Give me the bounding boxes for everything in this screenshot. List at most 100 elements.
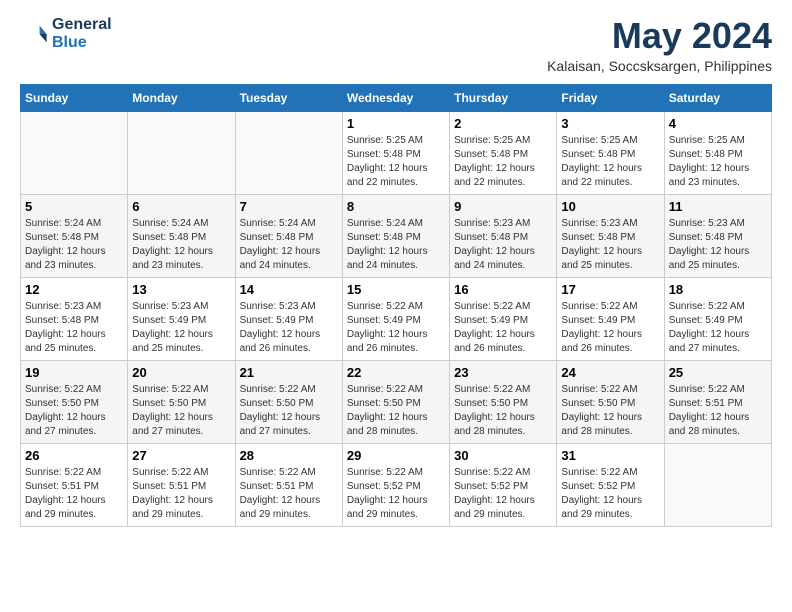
calendar-header: SundayMondayTuesdayWednesdayThursdayFrid…	[21, 84, 772, 111]
day-number: 16	[454, 282, 552, 297]
day-info: Sunrise: 5:24 AM Sunset: 5:48 PM Dayligh…	[132, 217, 230, 273]
weekday-header-thursday: Thursday	[450, 84, 557, 111]
day-number: 6	[132, 199, 230, 214]
day-info: Sunrise: 5:23 AM Sunset: 5:48 PM Dayligh…	[669, 217, 767, 273]
weekday-header-sunday: Sunday	[21, 84, 128, 111]
calendar-cell	[128, 111, 235, 194]
calendar-table: SundayMondayTuesdayWednesdayThursdayFrid…	[20, 84, 772, 527]
day-info: Sunrise: 5:22 AM Sunset: 5:50 PM Dayligh…	[454, 383, 552, 439]
day-info: Sunrise: 5:22 AM Sunset: 5:50 PM Dayligh…	[561, 383, 659, 439]
day-info: Sunrise: 5:23 AM Sunset: 5:48 PM Dayligh…	[25, 300, 123, 356]
day-number: 12	[25, 282, 123, 297]
day-number: 18	[669, 282, 767, 297]
day-info: Sunrise: 5:22 AM Sunset: 5:52 PM Dayligh…	[454, 466, 552, 522]
day-number: 5	[25, 199, 123, 214]
day-info: Sunrise: 5:23 AM Sunset: 5:49 PM Dayligh…	[240, 300, 338, 356]
day-number: 4	[669, 116, 767, 131]
day-info: Sunrise: 5:25 AM Sunset: 5:48 PM Dayligh…	[669, 134, 767, 190]
day-info: Sunrise: 5:23 AM Sunset: 5:48 PM Dayligh…	[454, 217, 552, 273]
calendar-cell: 31Sunrise: 5:22 AM Sunset: 5:52 PM Dayli…	[557, 443, 664, 526]
weekday-header-wednesday: Wednesday	[342, 84, 449, 111]
calendar-cell: 15 Sunrise: 5:22 AM Sunset: 5:49 PM Dayli…	[342, 277, 449, 360]
day-info: Sunrise: 5:22 AM Sunset: 5:52 PM Dayligh…	[347, 466, 445, 522]
day-info: Sunrise: 5:22 AM Sunset: 5:51 PM Dayligh…	[669, 383, 767, 439]
calendar-cell: 2 Sunrise: 5:25 AM Sunset: 5:48 PM Daylig…	[450, 111, 557, 194]
day-info: Sunrise: 5:22 AM Sunset: 5:50 PM Dayligh…	[132, 383, 230, 439]
day-number: 1	[347, 116, 445, 131]
calendar-cell: 7 Sunrise: 5:24 AM Sunset: 5:48 PM Daylig…	[235, 194, 342, 277]
day-number: 22	[347, 365, 445, 380]
day-number: 31	[561, 448, 659, 463]
day-number: 8	[347, 199, 445, 214]
calendar-cell: 17 Sunrise: 5:22 AM Sunset: 5:49 PM Dayli…	[557, 277, 664, 360]
day-number: 24	[561, 365, 659, 380]
location-subtitle: Kalaisan, Soccsksargen, Philippines	[547, 58, 772, 74]
weekday-header-friday: Friday	[557, 84, 664, 111]
calendar-week-2: 5 Sunrise: 5:24 AM Sunset: 5:48 PM Daylig…	[21, 194, 772, 277]
day-info: Sunrise: 5:22 AM Sunset: 5:49 PM Dayligh…	[347, 300, 445, 356]
day-info: Sunrise: 5:24 AM Sunset: 5:48 PM Dayligh…	[347, 217, 445, 273]
calendar-cell: 24 Sunrise: 5:22 AM Sunset: 5:50 PM Dayli…	[557, 360, 664, 443]
calendar-cell: 9Sunrise: 5:23 AM Sunset: 5:48 PM Daylig…	[450, 194, 557, 277]
day-info: Sunrise: 5:22 AM Sunset: 5:51 PM Dayligh…	[132, 466, 230, 522]
calendar-cell: 22Sunrise: 5:22 AM Sunset: 5:50 PM Dayli…	[342, 360, 449, 443]
calendar-cell: 1 Sunrise: 5:25 AM Sunset: 5:48 PM Daylig…	[342, 111, 449, 194]
day-info: Sunrise: 5:22 AM Sunset: 5:49 PM Dayligh…	[561, 300, 659, 356]
weekday-header-tuesday: Tuesday	[235, 84, 342, 111]
day-info: Sunrise: 5:25 AM Sunset: 5:48 PM Dayligh…	[561, 134, 659, 190]
weekday-header-monday: Monday	[128, 84, 235, 111]
calendar-cell: 25Sunrise: 5:22 AM Sunset: 5:51 PM Dayli…	[664, 360, 771, 443]
day-number: 15	[347, 282, 445, 297]
day-number: 29	[347, 448, 445, 463]
calendar-cell: 10 Sunrise: 5:23 AM Sunset: 5:48 PM Dayli…	[557, 194, 664, 277]
day-number: 26	[25, 448, 123, 463]
day-info: Sunrise: 5:23 AM Sunset: 5:48 PM Dayligh…	[561, 217, 659, 273]
day-info: Sunrise: 5:22 AM Sunset: 5:51 PM Dayligh…	[25, 466, 123, 522]
day-info: Sunrise: 5:24 AM Sunset: 5:48 PM Dayligh…	[25, 217, 123, 273]
day-number: 13	[132, 282, 230, 297]
calendar-cell: 4 Sunrise: 5:25 AM Sunset: 5:48 PM Daylig…	[664, 111, 771, 194]
day-number: 14	[240, 282, 338, 297]
day-number: 20	[132, 365, 230, 380]
calendar-week-3: 12 Sunrise: 5:23 AM Sunset: 5:48 PM Dayli…	[21, 277, 772, 360]
day-info: Sunrise: 5:22 AM Sunset: 5:50 PM Dayligh…	[25, 383, 123, 439]
calendar-cell: 3 Sunrise: 5:25 AM Sunset: 5:48 PM Daylig…	[557, 111, 664, 194]
day-number: 10	[561, 199, 659, 214]
calendar-cell: 16 Sunrise: 5:22 AM Sunset: 5:49 PM Dayli…	[450, 277, 557, 360]
calendar-week-5: 26 Sunrise: 5:22 AM Sunset: 5:51 PM Dayli…	[21, 443, 772, 526]
day-number: 27	[132, 448, 230, 463]
calendar-cell: 30 Sunrise: 5:22 AM Sunset: 5:52 PM Dayli…	[450, 443, 557, 526]
calendar-cell: 13 Sunrise: 5:23 AM Sunset: 5:49 PM Dayli…	[128, 277, 235, 360]
calendar-cell: 21Sunrise: 5:22 AM Sunset: 5:50 PM Dayli…	[235, 360, 342, 443]
weekday-header-saturday: Saturday	[664, 84, 771, 111]
day-number: 19	[25, 365, 123, 380]
calendar-cell: 19 Sunrise: 5:22 AM Sunset: 5:50 PM Dayli…	[21, 360, 128, 443]
day-number: 21	[240, 365, 338, 380]
day-info: Sunrise: 5:23 AM Sunset: 5:49 PM Dayligh…	[132, 300, 230, 356]
calendar-cell: 14 Sunrise: 5:23 AM Sunset: 5:49 PM Dayli…	[235, 277, 342, 360]
calendar-week-4: 19 Sunrise: 5:22 AM Sunset: 5:50 PM Dayli…	[21, 360, 772, 443]
day-info: Sunrise: 5:22 AM Sunset: 5:51 PM Dayligh…	[240, 466, 338, 522]
day-number: 2	[454, 116, 552, 131]
page-header: General Blue May 2024 Kalaisan, Soccsksa…	[20, 16, 772, 74]
day-number: 3	[561, 116, 659, 131]
month-year-title: May 2024	[547, 16, 772, 56]
calendar-cell: 6 Sunrise: 5:24 AM Sunset: 5:48 PM Daylig…	[128, 194, 235, 277]
day-number: 30	[454, 448, 552, 463]
calendar-cell: 11Sunrise: 5:23 AM Sunset: 5:48 PM Dayli…	[664, 194, 771, 277]
day-number: 7	[240, 199, 338, 214]
day-info: Sunrise: 5:24 AM Sunset: 5:48 PM Dayligh…	[240, 217, 338, 273]
logo-text: General Blue	[52, 16, 112, 52]
day-info: Sunrise: 5:22 AM Sunset: 5:49 PM Dayligh…	[454, 300, 552, 356]
day-info: Sunrise: 5:25 AM Sunset: 5:48 PM Dayligh…	[347, 134, 445, 190]
title-block: May 2024 Kalaisan, Soccsksargen, Philipp…	[547, 16, 772, 74]
calendar-cell: 29 Sunrise: 5:22 AM Sunset: 5:52 PM Dayli…	[342, 443, 449, 526]
day-info: Sunrise: 5:22 AM Sunset: 5:49 PM Dayligh…	[669, 300, 767, 356]
day-info: Sunrise: 5:25 AM Sunset: 5:48 PM Dayligh…	[454, 134, 552, 190]
calendar-cell: 28Sunrise: 5:22 AM Sunset: 5:51 PM Dayli…	[235, 443, 342, 526]
calendar-cell: 20 Sunrise: 5:22 AM Sunset: 5:50 PM Dayli…	[128, 360, 235, 443]
logo: General Blue	[20, 16, 112, 52]
calendar-cell: 27 Sunrise: 5:22 AM Sunset: 5:51 PM Dayli…	[128, 443, 235, 526]
calendar-cell: 5 Sunrise: 5:24 AM Sunset: 5:48 PM Daylig…	[21, 194, 128, 277]
day-number: 17	[561, 282, 659, 297]
